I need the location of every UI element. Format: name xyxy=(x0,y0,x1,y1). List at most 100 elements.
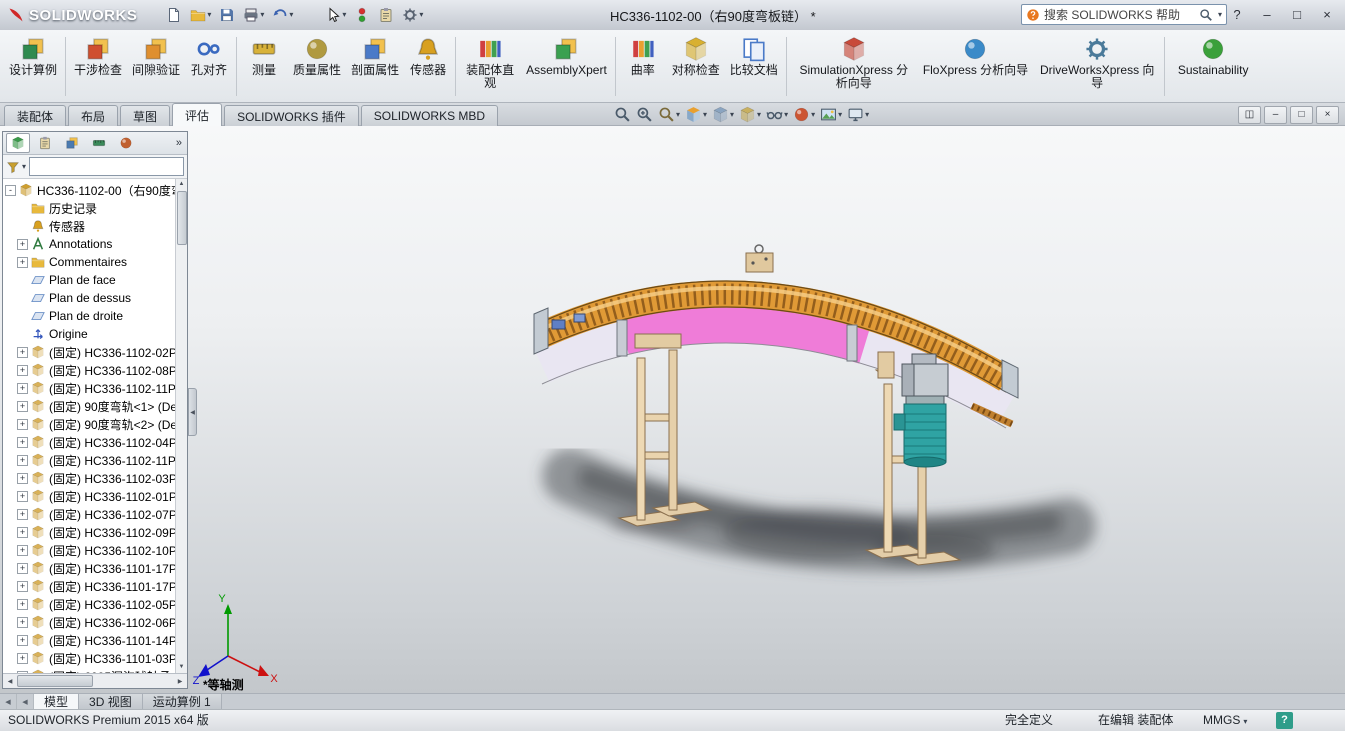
tree-item[interactable]: +(固定) HC336-1102-02P xyxy=(3,343,175,361)
tree-item[interactable]: Plan de face xyxy=(3,271,175,289)
tab-SOLIDWORKS 插件[interactable]: SOLIDWORKS 插件 xyxy=(224,105,359,126)
assembly-visualization-button[interactable]: 装配体直观 xyxy=(460,33,520,100)
close-document-button[interactable]: × xyxy=(1316,106,1339,124)
tree-item[interactable]: 历史记录 xyxy=(3,199,175,217)
simulationxpress-button[interactable]: SimulationXpress 分析向导 xyxy=(791,33,917,100)
assemblyxpert-button[interactable]: AssemblyXpert xyxy=(522,33,611,100)
expand-toggle[interactable]: + xyxy=(17,599,28,610)
dropdown-icon[interactable]: ▾ xyxy=(703,111,707,119)
tab-装配体[interactable]: 装配体 xyxy=(4,105,66,126)
expand-toggle[interactable]: + xyxy=(17,473,28,484)
dropdown-icon[interactable]: ▾ xyxy=(207,11,211,19)
collapse-toggle[interactable]: - xyxy=(5,185,16,196)
dropdown-icon[interactable]: ▾ xyxy=(811,111,815,119)
design-study-button[interactable]: 设计算例 xyxy=(5,33,61,100)
compare-documents-button[interactable]: 比较文档 xyxy=(726,33,782,100)
new-document-button[interactable] xyxy=(163,3,185,27)
dropdown-icon[interactable]: ▾ xyxy=(676,111,680,119)
tree-item[interactable]: +(固定) HC336-1102-04P xyxy=(3,433,175,451)
vscroll-thumb[interactable] xyxy=(177,191,187,245)
options-button[interactable]: ▾ xyxy=(399,3,426,27)
sustainability-button[interactable]: Sustainability xyxy=(1169,33,1257,100)
scroll-down-icon[interactable]: ▼ xyxy=(176,662,187,673)
status-help-badge[interactable]: ? xyxy=(1276,712,1293,729)
expand-toggle[interactable]: + xyxy=(17,671,28,674)
restore-document-button[interactable]: □ xyxy=(1290,106,1313,124)
tree-item[interactable]: Origine xyxy=(3,325,175,343)
edit-appearance-button[interactable]: ▾ xyxy=(791,105,817,124)
dropdown-icon[interactable]: ▾ xyxy=(730,111,734,119)
tree-item[interactable]: +(固定) HC336-1102-05P xyxy=(3,595,175,613)
hide-show-items-button[interactable]: ▾ xyxy=(764,105,790,124)
expand-toggle[interactable]: + xyxy=(17,527,28,538)
tree-item[interactable]: +Commentaires xyxy=(3,253,175,271)
dropdown-icon[interactable]: ▾ xyxy=(757,111,761,119)
expand-toggle[interactable]: + xyxy=(17,653,28,664)
expand-toggle[interactable]: + xyxy=(17,239,28,250)
expand-toggle[interactable]: + xyxy=(17,563,28,574)
propertymanager-tab[interactable] xyxy=(33,133,57,153)
sensor-button[interactable]: 传感器 xyxy=(405,33,451,100)
file-properties-button[interactable] xyxy=(375,3,397,27)
dropdown-icon[interactable]: ▾ xyxy=(260,11,264,19)
tree-item[interactable]: +(固定) HC336-1102-01P xyxy=(3,487,175,505)
scroll-right-icon[interactable]: ▶ xyxy=(173,678,187,685)
scroll-up-icon[interactable]: ▲ xyxy=(176,179,187,190)
view-settings-button[interactable]: ▾ xyxy=(845,105,871,124)
maximize-button[interactable]: □ xyxy=(1283,3,1311,25)
print-button[interactable]: ▾ xyxy=(240,3,267,27)
dropdown-icon[interactable]: ▾ xyxy=(289,11,293,19)
help-button[interactable]: ? xyxy=(1223,3,1251,25)
doc-tab-运动算例 1[interactable]: 运动算例 1 xyxy=(143,694,222,709)
curvature-button[interactable]: 曲率 xyxy=(620,33,666,100)
graphics-area[interactable]: Y X Z *等轴测 xyxy=(0,126,1345,693)
tile-windows-button[interactable]: ◫ xyxy=(1238,106,1261,124)
select-button[interactable]: ▾ xyxy=(322,3,349,27)
expand-toggle[interactable]: + xyxy=(17,383,28,394)
undo-button[interactable]: ▾ xyxy=(269,3,296,27)
doc-tab-3D 视图[interactable]: 3D 视图 xyxy=(79,694,143,709)
tree-item[interactable]: +(固定) HC336-1102-11P xyxy=(3,379,175,397)
open-button[interactable]: ▾ xyxy=(187,3,214,27)
expand-toggle[interactable]: + xyxy=(17,455,28,466)
search-input[interactable]: 搜索 SOLIDWORKS 帮助 ▾ xyxy=(1021,4,1227,25)
driveworksxpress-button[interactable]: DriveWorksXpress 向导 xyxy=(1034,33,1160,100)
minimize-document-button[interactable]: – xyxy=(1264,106,1287,124)
expand-toggle[interactable]: + xyxy=(17,581,28,592)
tree-item[interactable]: +(固定) HC336-1101-14P xyxy=(3,631,175,649)
hole-alignment-button[interactable]: 孔对齐 xyxy=(186,33,232,100)
expand-toggle[interactable]: + xyxy=(17,617,28,628)
mass-properties-button[interactable]: 质量属性 xyxy=(289,33,345,100)
search-icon[interactable] xyxy=(1199,8,1213,22)
expand-toggle[interactable]: + xyxy=(17,347,28,358)
apply-scene-button[interactable]: ▾ xyxy=(818,105,844,124)
tree-item[interactable]: +(固定) 90度弯轨<2> (De xyxy=(3,415,175,433)
tab-scroll-left-button[interactable]: ◀ xyxy=(17,694,34,709)
tree-item[interactable]: +(固定) 90度弯轨<1> (De xyxy=(3,397,175,415)
tab-评估[interactable]: 评估 xyxy=(172,103,222,126)
3d-viewport[interactable]: Y X Z xyxy=(190,126,1345,693)
doc-tab-模型[interactable]: 模型 xyxy=(34,694,79,709)
previous-view-button[interactable]: ▾ xyxy=(656,105,682,124)
panel-splitter-handle[interactable]: ◀ xyxy=(188,388,197,436)
tab-草图[interactable]: 草图 xyxy=(120,105,170,126)
zoom-area-button[interactable] xyxy=(634,105,655,124)
featuremanager-tab[interactable] xyxy=(6,133,30,153)
tree-item[interactable]: +(固定) HC336-1102-10P xyxy=(3,541,175,559)
tree-item[interactable]: +(固定) HC336-1102-09P xyxy=(3,523,175,541)
dropdown-icon[interactable]: ▾ xyxy=(342,11,346,19)
display-style-button[interactable]: ▾ xyxy=(737,105,763,124)
units-dropdown-icon[interactable]: ▾ xyxy=(1243,717,1247,726)
dropdown-icon[interactable]: ▾ xyxy=(419,11,423,19)
expand-toggle[interactable]: + xyxy=(17,545,28,556)
tree-vscrollbar[interactable]: ▲ ▼ xyxy=(175,179,187,673)
configurationmanager-tab[interactable] xyxy=(60,133,84,153)
tree-item[interactable]: Plan de droite xyxy=(3,307,175,325)
filter-dropdown-icon[interactable]: ▾ xyxy=(22,163,26,171)
tree-item[interactable]: +(固定) HC336-1102-03P xyxy=(3,469,175,487)
status-units[interactable]: MMGS▾ xyxy=(1203,710,1247,731)
tree-item[interactable]: +(固定) HC336-1102-07P xyxy=(3,505,175,523)
tree-hscrollbar[interactable]: ◀ ▶ xyxy=(3,673,187,688)
tree-item[interactable]: 传感器 xyxy=(3,217,175,235)
search-dropdown-icon[interactable]: ▾ xyxy=(1218,11,1222,19)
